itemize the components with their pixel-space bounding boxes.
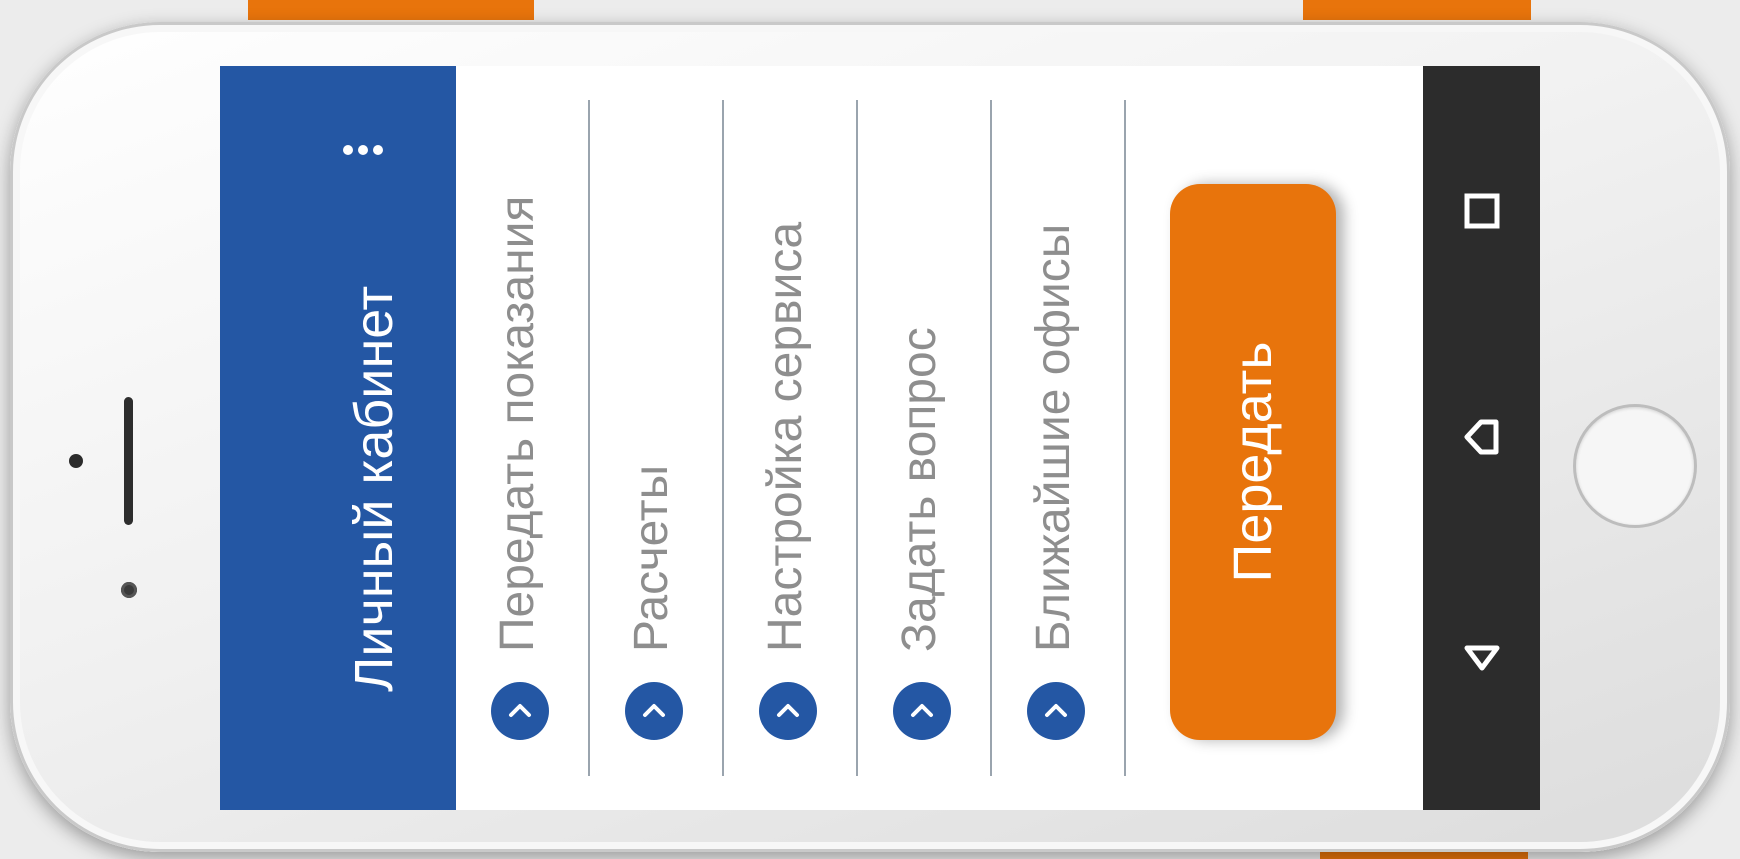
proximity-sensor <box>69 454 83 468</box>
menu-item-label: Расчеты <box>625 464 678 652</box>
chevron-right-icon <box>1027 682 1085 740</box>
back-icon[interactable] <box>1447 622 1517 692</box>
app-bar: Личный кабинет <box>220 66 456 810</box>
menu-item-ask-question[interactable]: Задать вопрос <box>858 100 992 776</box>
chevron-right-icon <box>491 682 549 740</box>
menu-item-label: Передать показания <box>491 195 544 652</box>
phone-screen: Личный кабинет Передать показания Расчет… <box>220 66 1540 810</box>
chevron-right-icon <box>893 682 951 740</box>
menu-item-label: Задать вопрос <box>893 327 946 652</box>
recent-apps-icon[interactable] <box>1447 176 1517 246</box>
menu-list: Передать показания Расчеты Настройка сер… <box>456 100 1126 776</box>
page-title: Личный кабинет <box>344 285 404 692</box>
front-camera-icon <box>121 582 137 598</box>
menu-item-payments[interactable]: Расчеты <box>590 100 724 776</box>
chevron-right-icon <box>625 682 683 740</box>
menu-item-label: Ближайшие офисы <box>1027 223 1080 652</box>
menu-item-submit-readings[interactable]: Передать показания <box>456 100 590 776</box>
app-viewport: Личный кабинет Передать показания Расчет… <box>220 66 1540 810</box>
earpiece-speaker <box>124 397 133 525</box>
menu-item-label: Настройка сервиса <box>759 221 812 652</box>
home-icon[interactable] <box>1447 402 1517 472</box>
more-vertical-icon[interactable] <box>338 138 398 162</box>
app-content: Личный кабинет Передать показания Расчет… <box>220 66 1423 810</box>
chevron-right-icon <box>759 682 817 740</box>
home-button[interactable] <box>1573 404 1697 528</box>
submit-button[interactable]: Передать <box>1170 184 1336 740</box>
orange-accent-block-top-right <box>1303 0 1531 20</box>
system-navigation-bar <box>1423 66 1540 810</box>
orange-accent-block-top-left <box>248 0 534 20</box>
menu-item-service-settings[interactable]: Настройка сервиса <box>724 100 858 776</box>
menu-item-nearest-offices[interactable]: Ближайшие офисы <box>992 100 1126 776</box>
